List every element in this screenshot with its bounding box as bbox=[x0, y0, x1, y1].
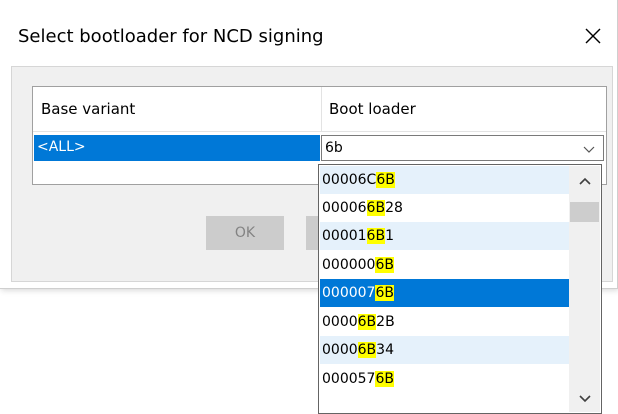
item-prefix-text: 00001 bbox=[322, 228, 367, 244]
item-prefix-text: 000000 bbox=[322, 257, 376, 273]
item-prefix-text: 000007 bbox=[322, 285, 376, 301]
dropdown-item[interactable]: 0000076B bbox=[320, 279, 570, 307]
item-prefix-text: 00006 bbox=[322, 200, 367, 216]
search-match-highlight: 6B bbox=[366, 200, 386, 216]
item-suffix-text: 1 bbox=[385, 228, 394, 244]
dropdown-scrollbar[interactable] bbox=[569, 166, 600, 412]
boot-loader-combobox[interactable]: 6b bbox=[321, 135, 604, 161]
dropdown-item[interactable]: 00006B34 bbox=[320, 336, 570, 364]
scroll-up-icon[interactable] bbox=[579, 177, 591, 185]
dropdown-item[interactable]: 000016B1 bbox=[320, 222, 570, 250]
item-prefix-text: 0000 bbox=[322, 314, 358, 330]
item-suffix-text: 28 bbox=[385, 200, 403, 216]
search-match-highlight: 6B bbox=[357, 314, 377, 330]
search-match-highlight: 6B bbox=[375, 285, 394, 301]
search-match-highlight: 6B bbox=[376, 172, 395, 188]
search-match-highlight: 6B bbox=[366, 228, 386, 244]
table-row-base-variant[interactable]: <ALL> bbox=[34, 135, 320, 161]
close-icon bbox=[585, 28, 601, 44]
base-variant-cell: <ALL> bbox=[37, 139, 86, 155]
boot-loader-dropdown-list[interactable]: 00006C6B 000066B28 000016B1 0000006B 0000076… bbox=[318, 164, 602, 414]
dropdown-item[interactable]: 00006B2B bbox=[320, 308, 570, 336]
scroll-down-icon[interactable] bbox=[579, 395, 591, 403]
dialog-title: Select bootloader for NCD signing bbox=[18, 26, 324, 47]
item-suffix-text: 34 bbox=[376, 342, 394, 358]
search-match-highlight: 6B bbox=[375, 257, 394, 273]
close-button[interactable] bbox=[575, 18, 611, 54]
dropdown-item[interactable]: 00006C6B bbox=[320, 166, 570, 194]
ok-button[interactable]: OK bbox=[206, 216, 284, 250]
item-suffix-text: 2B bbox=[376, 314, 395, 330]
scrollbar-thumb[interactable] bbox=[570, 202, 599, 222]
column-separator[interactable] bbox=[321, 87, 322, 131]
grid-header: Base variant Boot loader bbox=[33, 87, 606, 132]
column-header-boot-loader[interactable]: Boot loader bbox=[329, 100, 416, 118]
title-bar: Select bootloader for NCD signing bbox=[0, 0, 617, 66]
search-match-highlight: 6B bbox=[357, 342, 377, 358]
item-prefix-text: 00006C bbox=[322, 172, 377, 188]
item-prefix-text: 0000 bbox=[322, 342, 358, 358]
boot-loader-combo-value: 6b bbox=[325, 140, 343, 156]
search-match-highlight: 6B bbox=[375, 371, 394, 387]
dropdown-item[interactable]: 000066B28 bbox=[320, 194, 570, 222]
chevron-down-icon[interactable] bbox=[583, 144, 595, 154]
dropdown-item[interactable]: 0000006B bbox=[320, 251, 570, 279]
dropdown-item[interactable]: 0000576B bbox=[320, 365, 570, 393]
column-header-base-variant[interactable]: Base variant bbox=[41, 100, 135, 118]
item-prefix-text: 000057 bbox=[322, 371, 376, 387]
